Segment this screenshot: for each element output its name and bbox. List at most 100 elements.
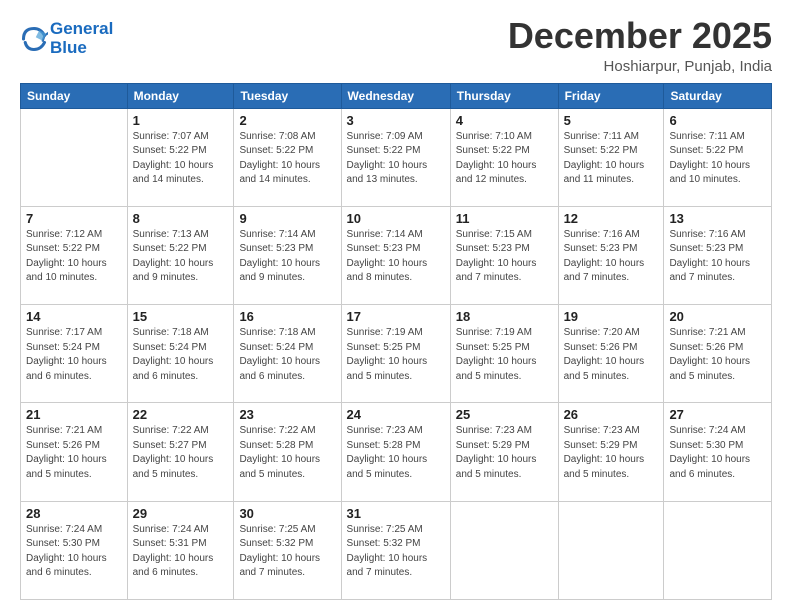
day-info: Sunrise: 7:08 AMSunset: 5:22 PMDaylight:… — [239, 130, 335, 188]
day-cell: 6 Sunrise: 7:11 AMSunset: 5:22 PMDaylight… — [664, 108, 772, 206]
day-number: 24 — [347, 407, 445, 422]
day-info: Sunrise: 7:19 AMSunset: 5:25 PMDaylight:… — [347, 326, 445, 384]
day-number: 9 — [239, 211, 335, 226]
day-number: 26 — [564, 407, 659, 422]
day-info: Sunrise: 7:21 AMSunset: 5:26 PMDaylight:… — [26, 424, 122, 482]
header: General Blue December 2025 Hoshiarpur, P… — [20, 16, 772, 75]
calendar-body: 1 Sunrise: 7:07 AMSunset: 5:22 PMDaylight… — [21, 108, 772, 599]
day-cell: 27 Sunrise: 7:24 AMSunset: 5:30 PMDayligh… — [664, 403, 772, 501]
week-row-4: 28Sunrise: 7:24 AMSunset: 5:30 PMDayligh… — [21, 501, 772, 599]
week-row-2: 14Sunrise: 7:17 AMSunset: 5:24 PMDayligh… — [21, 305, 772, 403]
day-number: 31 — [347, 506, 445, 521]
week-row-3: 21 Sunrise: 7:21 AMSunset: 5:26 PMDayligh… — [21, 403, 772, 501]
logo-icon — [20, 25, 48, 53]
day-cell: 1 Sunrise: 7:07 AMSunset: 5:22 PMDaylight… — [127, 108, 234, 206]
day-cell: 15 Sunrise: 7:18 AMSunset: 5:24 PMDayligh… — [127, 305, 234, 403]
header-cell-monday: Monday — [127, 83, 234, 108]
day-cell: 17 Sunrise: 7:19 AMSunset: 5:25 PMDayligh… — [341, 305, 450, 403]
day-cell: 31 Sunrise: 7:25 AMSunset: 5:32 PMDayligh… — [341, 501, 450, 599]
day-cell: 5Sunrise: 7:11 AMSunset: 5:22 PMDaylight… — [558, 108, 664, 206]
day-cell: 22 Sunrise: 7:22 AMSunset: 5:27 PMDayligh… — [127, 403, 234, 501]
day-number: 18 — [456, 309, 553, 324]
logo-text: General Blue — [50, 20, 113, 57]
day-cell: 19 Sunrise: 7:20 AMSunset: 5:26 PMDayligh… — [558, 305, 664, 403]
day-info: Sunrise: 7:24 AMSunset: 5:30 PMDaylight:… — [669, 424, 766, 482]
day-number: 19 — [564, 309, 659, 324]
day-cell: 11 Sunrise: 7:15 AMSunset: 5:23 PMDayligh… — [450, 206, 558, 304]
day-cell — [21, 108, 128, 206]
day-cell: 23 Sunrise: 7:22 AMSunset: 5:28 PMDayligh… — [234, 403, 341, 501]
day-cell — [664, 501, 772, 599]
header-cell-sunday: Sunday — [21, 83, 128, 108]
day-cell: 18 Sunrise: 7:19 AMSunset: 5:25 PMDayligh… — [450, 305, 558, 403]
day-info: Sunrise: 7:11 AMSunset: 5:22 PMDaylight:… — [669, 130, 766, 188]
day-cell: 29Sunrise: 7:24 AMSunset: 5:31 PMDayligh… — [127, 501, 234, 599]
day-cell: 7 Sunrise: 7:12 AMSunset: 5:22 PMDaylight… — [21, 206, 128, 304]
header-cell-friday: Friday — [558, 83, 664, 108]
title-block: December 2025 Hoshiarpur, Punjab, India — [508, 16, 772, 75]
day-info: Sunrise: 7:16 AMSunset: 5:23 PMDaylight:… — [564, 228, 659, 286]
day-number: 15 — [133, 309, 229, 324]
day-info: Sunrise: 7:22 AMSunset: 5:28 PMDaylight:… — [239, 424, 335, 482]
header-cell-wednesday: Wednesday — [341, 83, 450, 108]
day-cell: 2 Sunrise: 7:08 AMSunset: 5:22 PMDaylight… — [234, 108, 341, 206]
header-cell-tuesday: Tuesday — [234, 83, 341, 108]
day-cell: 24 Sunrise: 7:23 AMSunset: 5:28 PMDayligh… — [341, 403, 450, 501]
day-number: 2 — [239, 113, 335, 128]
day-info: Sunrise: 7:22 AMSunset: 5:27 PMDaylight:… — [133, 424, 229, 482]
header-cell-saturday: Saturday — [664, 83, 772, 108]
day-info: Sunrise: 7:18 AMSunset: 5:24 PMDaylight:… — [239, 326, 335, 384]
page: General Blue December 2025 Hoshiarpur, P… — [0, 0, 792, 612]
day-number: 7 — [26, 211, 122, 226]
day-info: Sunrise: 7:19 AMSunset: 5:25 PMDaylight:… — [456, 326, 553, 384]
day-number: 27 — [669, 407, 766, 422]
day-cell: 9 Sunrise: 7:14 AMSunset: 5:23 PMDaylight… — [234, 206, 341, 304]
day-number: 23 — [239, 407, 335, 422]
day-info: Sunrise: 7:07 AMSunset: 5:22 PMDaylight:… — [133, 130, 229, 188]
day-number: 4 — [456, 113, 553, 128]
day-number: 22 — [133, 407, 229, 422]
day-info: Sunrise: 7:15 AMSunset: 5:23 PMDaylight:… — [456, 228, 553, 286]
day-number: 29 — [133, 506, 229, 521]
day-cell — [558, 501, 664, 599]
logo: General Blue — [20, 20, 113, 57]
day-number: 3 — [347, 113, 445, 128]
day-number: 11 — [456, 211, 553, 226]
day-cell: 28Sunrise: 7:24 AMSunset: 5:30 PMDayligh… — [21, 501, 128, 599]
day-cell — [450, 501, 558, 599]
day-number: 14 — [26, 309, 122, 324]
calendar: SundayMondayTuesdayWednesdayThursdayFrid… — [20, 83, 772, 600]
day-cell: 16 Sunrise: 7:18 AMSunset: 5:24 PMDayligh… — [234, 305, 341, 403]
day-cell: 4Sunrise: 7:10 AMSunset: 5:22 PMDaylight… — [450, 108, 558, 206]
day-info: Sunrise: 7:13 AMSunset: 5:22 PMDaylight:… — [133, 228, 229, 286]
calendar-header: SundayMondayTuesdayWednesdayThursdayFrid… — [21, 83, 772, 108]
day-cell: 13Sunrise: 7:16 AMSunset: 5:23 PMDayligh… — [664, 206, 772, 304]
day-info: Sunrise: 7:23 AMSunset: 5:28 PMDaylight:… — [347, 424, 445, 482]
day-number: 16 — [239, 309, 335, 324]
day-number: 17 — [347, 309, 445, 324]
location: Hoshiarpur, Punjab, India — [508, 58, 772, 75]
day-info: Sunrise: 7:12 AMSunset: 5:22 PMDaylight:… — [26, 228, 122, 286]
week-row-0: 1 Sunrise: 7:07 AMSunset: 5:22 PMDaylight… — [21, 108, 772, 206]
day-cell: 26Sunrise: 7:23 AMSunset: 5:29 PMDayligh… — [558, 403, 664, 501]
month-title: December 2025 — [508, 16, 772, 56]
day-info: Sunrise: 7:25 AMSunset: 5:32 PMDaylight:… — [347, 523, 445, 581]
day-cell: 14Sunrise: 7:17 AMSunset: 5:24 PMDayligh… — [21, 305, 128, 403]
day-number: 8 — [133, 211, 229, 226]
day-info: Sunrise: 7:20 AMSunset: 5:26 PMDaylight:… — [564, 326, 659, 384]
day-info: Sunrise: 7:16 AMSunset: 5:23 PMDaylight:… — [669, 228, 766, 286]
day-number: 6 — [669, 113, 766, 128]
day-info: Sunrise: 7:14 AMSunset: 5:23 PMDaylight:… — [347, 228, 445, 286]
day-info: Sunrise: 7:24 AMSunset: 5:30 PMDaylight:… — [26, 523, 122, 581]
day-number: 5 — [564, 113, 659, 128]
day-number: 10 — [347, 211, 445, 226]
day-cell: 8 Sunrise: 7:13 AMSunset: 5:22 PMDaylight… — [127, 206, 234, 304]
day-number: 21 — [26, 407, 122, 422]
day-number: 30 — [239, 506, 335, 521]
day-cell: 21 Sunrise: 7:21 AMSunset: 5:26 PMDayligh… — [21, 403, 128, 501]
day-info: Sunrise: 7:21 AMSunset: 5:26 PMDaylight:… — [669, 326, 766, 384]
header-row: SundayMondayTuesdayWednesdayThursdayFrid… — [21, 83, 772, 108]
day-info: Sunrise: 7:14 AMSunset: 5:23 PMDaylight:… — [239, 228, 335, 286]
day-number: 1 — [133, 113, 229, 128]
day-info: Sunrise: 7:18 AMSunset: 5:24 PMDaylight:… — [133, 326, 229, 384]
